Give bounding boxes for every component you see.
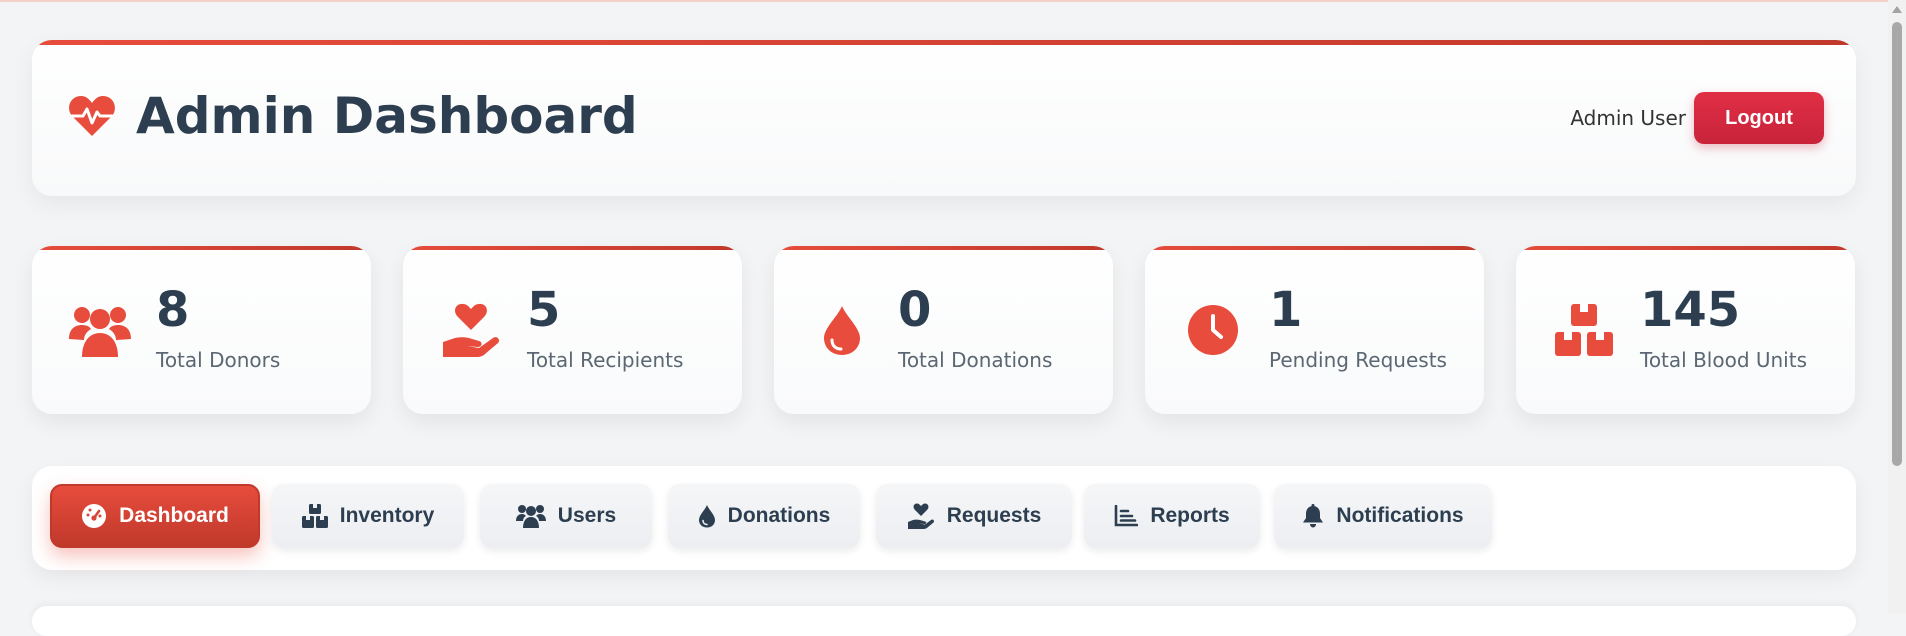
tab-label: Notifications xyxy=(1336,504,1464,527)
stat-card-recipients: 5 Total Recipients xyxy=(403,246,742,414)
stat-label: Total Blood Units xyxy=(1640,348,1808,372)
stat-label: Total Donations xyxy=(898,348,1053,372)
stat-card-pending: 1 Pending Requests xyxy=(1145,246,1484,414)
scrollbar-thumb[interactable] xyxy=(1892,22,1902,466)
stat-value: 8 xyxy=(156,282,190,338)
clock-icon xyxy=(1181,298,1245,362)
users-icon xyxy=(68,298,132,362)
bell-icon xyxy=(1302,504,1324,528)
tab-reports[interactable]: Reports xyxy=(1084,484,1260,548)
tab-label: Donations xyxy=(727,504,831,527)
vertical-scrollbar[interactable] xyxy=(1888,0,1906,614)
stats-row: 8 Total Donors 5 Total Recipients 0 Tota… xyxy=(32,246,1856,416)
tab-label: Reports xyxy=(1150,504,1230,527)
page-title: Admin Dashboard xyxy=(136,87,638,145)
stat-value: 0 xyxy=(898,282,932,338)
stat-label: Total Recipients xyxy=(527,348,684,372)
user-info: Admin User Logout xyxy=(1570,92,1824,144)
boxes-icon xyxy=(301,504,328,528)
stat-card-donations: 0 Total Donations xyxy=(774,246,1113,414)
stat-label: Pending Requests xyxy=(1269,348,1447,372)
users-icon xyxy=(515,504,546,528)
tab-label: Requests xyxy=(946,504,1042,527)
tab-notifications[interactable]: Notifications xyxy=(1274,484,1492,548)
stat-value: 1 xyxy=(1269,282,1303,338)
tab-requests[interactable]: Requests xyxy=(876,484,1072,548)
stat-value: 145 xyxy=(1640,282,1741,338)
boxes-icon xyxy=(1552,298,1616,362)
stat-card-donors: 8 Total Donors xyxy=(32,246,371,414)
heart-pulse-icon xyxy=(68,94,116,138)
chart-icon xyxy=(1114,505,1139,527)
blood-drop-icon xyxy=(698,504,716,528)
stat-card-blood-units: 145 Total Blood Units xyxy=(1516,246,1855,414)
content-panel xyxy=(32,606,1856,636)
gauge-icon xyxy=(81,503,107,529)
blood-drop-icon xyxy=(810,298,874,362)
hand-holding-heart-icon xyxy=(439,298,503,362)
tab-label: Users xyxy=(557,504,617,527)
tab-inventory[interactable]: Inventory xyxy=(272,484,464,548)
tab-label: Inventory xyxy=(339,504,435,527)
stat-value: 5 xyxy=(527,282,561,338)
nav-tabs: Dashboard Inventory Users Donations Requ… xyxy=(32,466,1856,570)
logout-button[interactable]: Logout xyxy=(1694,92,1824,144)
dashboard-header: Admin Dashboard Admin User Logout xyxy=(32,40,1856,196)
window-top-border xyxy=(0,0,1906,2)
tab-donations[interactable]: Donations xyxy=(668,484,860,548)
user-name: Admin User xyxy=(1570,106,1686,130)
scroll-up-arrow-icon[interactable] xyxy=(1892,6,1902,13)
tab-users[interactable]: Users xyxy=(480,484,652,548)
hand-holding-heart-icon xyxy=(907,503,935,529)
stat-label: Total Donors xyxy=(156,348,281,372)
tab-dashboard[interactable]: Dashboard xyxy=(50,484,260,548)
tab-label: Dashboard xyxy=(119,504,229,527)
